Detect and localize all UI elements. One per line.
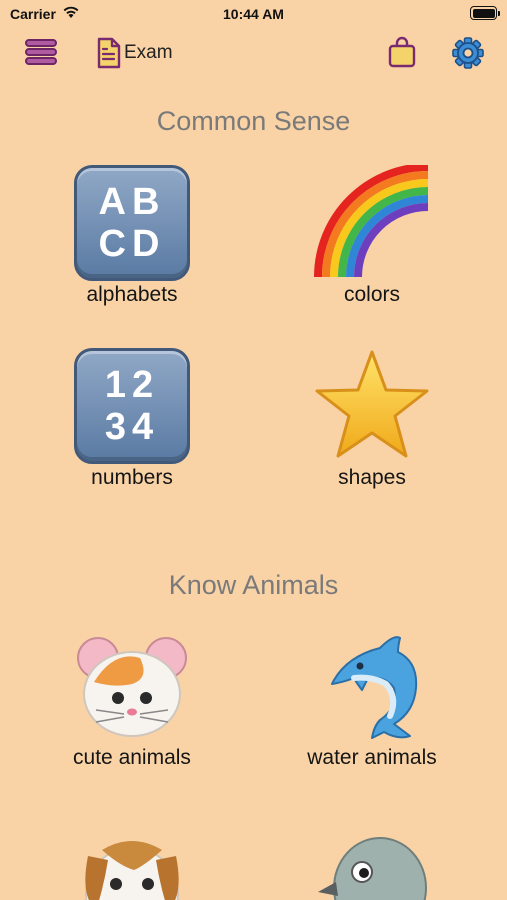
1234-keycap-icon: 12 34 <box>74 348 190 464</box>
exam-label: Exam <box>124 42 173 63</box>
tile-cute-animals[interactable]: cute animals <box>37 628 227 798</box>
document-icon <box>97 37 121 69</box>
pigeon-icon <box>318 837 427 900</box>
star-icon <box>315 350 429 458</box>
tile-label: alphabets <box>86 283 178 306</box>
tile-shapes[interactable]: shapes <box>277 348 467 518</box>
dog-icon <box>85 841 179 900</box>
rainbow-icon <box>314 165 429 278</box>
tile-water-animals[interactable]: water animals <box>277 628 467 798</box>
tile-label: numbers <box>91 466 173 489</box>
tile-bird-partial[interactable] <box>277 826 467 900</box>
menu-icon[interactable] <box>24 38 58 66</box>
tile-numbers[interactable]: 12 34 numbers <box>37 348 227 518</box>
tile-label: cute animals <box>73 746 191 769</box>
tile-label: colors <box>343 283 401 306</box>
keycap-bottom-text: 34 <box>104 406 160 448</box>
battery-icon <box>470 6 500 20</box>
tile-label: water animals <box>307 746 437 769</box>
tile-alphabets[interactable]: AB CD alphabets <box>37 165 227 335</box>
tile-dog-partial[interactable] <box>37 826 227 900</box>
hamster-icon <box>77 637 187 737</box>
nav-bar: Exam <box>0 30 507 76</box>
keycap-top-text: 12 <box>104 364 160 406</box>
status-bar: Carrier 10:44 AM <box>0 0 507 28</box>
keycap-bottom-text: CD <box>98 223 166 265</box>
abcd-keycap-icon: AB CD <box>74 165 190 281</box>
dolphin-icon <box>331 636 418 739</box>
clock: 10:44 AM <box>223 6 284 22</box>
exam-button[interactable]: Exam <box>96 36 173 70</box>
keycap-top-text: AB <box>98 181 166 223</box>
tile-label: shapes <box>338 466 406 489</box>
section-title-common-sense: Common Sense <box>156 106 351 136</box>
section-title-know-animals: Know Animals <box>168 570 339 600</box>
settings-gear-icon[interactable] <box>452 37 484 69</box>
shopping-bag-icon[interactable] <box>388 36 416 68</box>
tile-colors[interactable]: colors <box>277 165 467 335</box>
